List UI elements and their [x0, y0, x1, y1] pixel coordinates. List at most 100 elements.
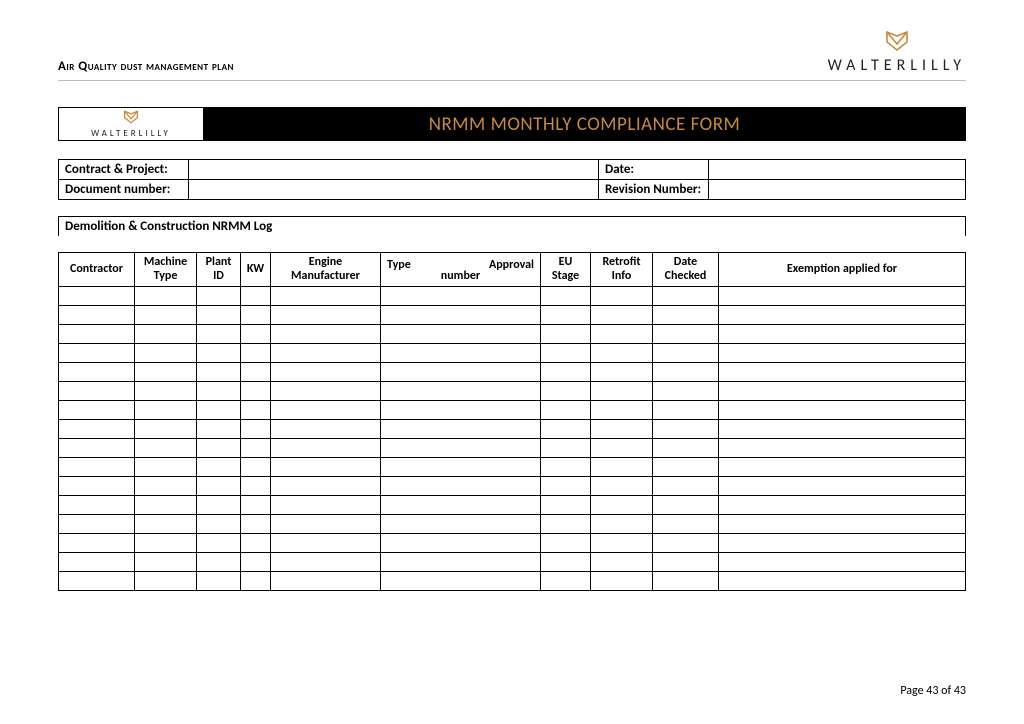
table-cell[interactable] [197, 363, 241, 382]
table-cell[interactable] [135, 477, 197, 496]
table-cell[interactable] [541, 401, 591, 420]
table-cell[interactable] [271, 534, 381, 553]
table-cell[interactable] [719, 287, 966, 306]
table-cell[interactable] [381, 287, 541, 306]
table-cell[interactable] [719, 306, 966, 325]
table-cell[interactable] [591, 439, 653, 458]
table-cell[interactable] [59, 401, 135, 420]
table-cell[interactable] [719, 382, 966, 401]
table-cell[interactable] [59, 287, 135, 306]
table-cell[interactable] [135, 287, 197, 306]
table-cell[interactable] [591, 477, 653, 496]
table-cell[interactable] [59, 382, 135, 401]
table-cell[interactable] [591, 306, 653, 325]
table-cell[interactable] [653, 515, 719, 534]
doc-number-value[interactable] [189, 180, 599, 200]
table-cell[interactable] [541, 287, 591, 306]
table-cell[interactable] [197, 420, 241, 439]
table-cell[interactable] [541, 306, 591, 325]
table-cell[interactable] [271, 344, 381, 363]
table-cell[interactable] [59, 439, 135, 458]
table-cell[interactable] [197, 534, 241, 553]
table-cell[interactable] [135, 496, 197, 515]
contract-project-value[interactable] [189, 160, 599, 180]
table-cell[interactable] [271, 363, 381, 382]
table-cell[interactable] [541, 553, 591, 572]
table-cell[interactable] [271, 401, 381, 420]
table-cell[interactable] [241, 534, 271, 553]
table-cell[interactable] [653, 401, 719, 420]
table-cell[interactable] [541, 515, 591, 534]
table-cell[interactable] [241, 287, 271, 306]
table-cell[interactable] [135, 572, 197, 591]
table-cell[interactable] [271, 287, 381, 306]
table-cell[interactable] [591, 325, 653, 344]
table-cell[interactable] [197, 496, 241, 515]
table-cell[interactable] [197, 401, 241, 420]
table-cell[interactable] [719, 401, 966, 420]
table-cell[interactable] [381, 534, 541, 553]
table-cell[interactable] [135, 420, 197, 439]
table-cell[interactable] [653, 306, 719, 325]
table-cell[interactable] [653, 420, 719, 439]
table-cell[interactable] [59, 306, 135, 325]
table-cell[interactable] [59, 458, 135, 477]
table-cell[interactable] [59, 572, 135, 591]
table-cell[interactable] [381, 363, 541, 382]
table-cell[interactable] [135, 534, 197, 553]
table-cell[interactable] [541, 439, 591, 458]
date-value[interactable] [709, 160, 966, 180]
table-cell[interactable] [591, 287, 653, 306]
table-cell[interactable] [719, 477, 966, 496]
table-cell[interactable] [381, 439, 541, 458]
table-cell[interactable] [197, 287, 241, 306]
table-cell[interactable] [719, 344, 966, 363]
table-cell[interactable] [653, 572, 719, 591]
table-cell[interactable] [591, 401, 653, 420]
table-cell[interactable] [59, 477, 135, 496]
table-cell[interactable] [719, 534, 966, 553]
table-cell[interactable] [241, 477, 271, 496]
table-cell[interactable] [135, 401, 197, 420]
table-cell[interactable] [197, 458, 241, 477]
table-cell[interactable] [591, 553, 653, 572]
table-cell[interactable] [653, 287, 719, 306]
table-cell[interactable] [241, 344, 271, 363]
table-cell[interactable] [381, 344, 541, 363]
table-cell[interactable] [135, 344, 197, 363]
table-cell[interactable] [381, 458, 541, 477]
table-cell[interactable] [59, 553, 135, 572]
table-cell[interactable] [59, 515, 135, 534]
table-cell[interactable] [59, 325, 135, 344]
table-cell[interactable] [719, 496, 966, 515]
table-cell[interactable] [381, 553, 541, 572]
table-cell[interactable] [197, 553, 241, 572]
table-cell[interactable] [271, 420, 381, 439]
table-cell[interactable] [241, 306, 271, 325]
table-cell[interactable] [653, 325, 719, 344]
table-cell[interactable] [381, 325, 541, 344]
table-cell[interactable] [197, 515, 241, 534]
table-cell[interactable] [381, 382, 541, 401]
table-cell[interactable] [271, 553, 381, 572]
table-cell[interactable] [135, 325, 197, 344]
table-cell[interactable] [59, 420, 135, 439]
table-cell[interactable] [541, 458, 591, 477]
table-cell[interactable] [541, 344, 591, 363]
table-cell[interactable] [719, 553, 966, 572]
table-cell[interactable] [241, 325, 271, 344]
table-cell[interactable] [653, 382, 719, 401]
table-cell[interactable] [591, 363, 653, 382]
table-cell[interactable] [241, 515, 271, 534]
table-cell[interactable] [719, 439, 966, 458]
table-cell[interactable] [59, 496, 135, 515]
table-cell[interactable] [591, 458, 653, 477]
table-cell[interactable] [719, 325, 966, 344]
table-cell[interactable] [381, 477, 541, 496]
table-cell[interactable] [59, 534, 135, 553]
table-cell[interactable] [653, 363, 719, 382]
table-cell[interactable] [271, 572, 381, 591]
table-cell[interactable] [541, 477, 591, 496]
table-cell[interactable] [271, 306, 381, 325]
table-cell[interactable] [241, 496, 271, 515]
